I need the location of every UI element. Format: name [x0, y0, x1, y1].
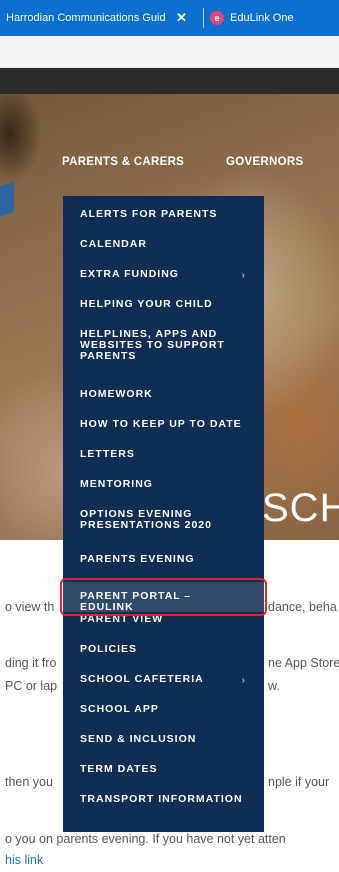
menu-item-how-to-keep-up-to-date[interactable]: HOW TO KEEP UP TO DATE	[63, 417, 264, 447]
hero-heading: SCHO	[262, 486, 339, 530]
body-text-line: ding it fro	[5, 656, 57, 670]
highlight-annotation-box	[60, 578, 267, 616]
body-text-line: w.	[268, 679, 280, 693]
menu-item-label: HELPLINES, APPS AND WEBSITES TO SUPPORT …	[80, 328, 225, 362]
menu-item-options-evening[interactable]: OPTIONS EVENING PRESENTATIONS 2020	[63, 507, 264, 552]
nav-parents-carers[interactable]: PARENTS & CARERS	[62, 156, 184, 168]
menu-item-label: POLICIES	[80, 643, 138, 655]
body-text-line: dance, beha	[268, 600, 337, 614]
menu-item-letters[interactable]: LETTERS	[63, 447, 264, 477]
menu-item-label: TRANSPORT INFORMATION	[80, 793, 243, 805]
menu-item-helping-your-child[interactable]: HELPING YOUR CHILD	[63, 297, 264, 327]
menu-item-label: ALERTS FOR PARENTS	[80, 208, 218, 220]
menu-item-label: PARENTS EVENING	[80, 553, 195, 565]
body-text-line: nple if your	[268, 775, 330, 789]
menu-item-transport-information[interactable]: TRANSPORT INFORMATION	[63, 792, 264, 822]
menu-item-label: TERM DATES	[80, 763, 158, 775]
menu-item-label: CALENDAR	[80, 238, 147, 250]
browser-tab-bar: Harrodian Communications Guid ✕ e EduLin…	[0, 0, 339, 36]
chevron-right-icon: ›	[241, 270, 246, 281]
body-text-line: o you on parents evening. If you have no…	[5, 832, 286, 846]
menu-item-extra-funding[interactable]: EXTRA FUNDING ›	[63, 267, 264, 297]
body-text-line: then you	[5, 775, 53, 789]
menu-item-label: SCHOOL CAFETERIA	[80, 673, 204, 685]
menu-item-label: SEND & INCLUSION	[80, 733, 197, 745]
tab-separator	[203, 8, 204, 28]
close-icon[interactable]: ✕	[176, 10, 192, 26]
menu-item-label: HOW TO KEEP UP TO DATE	[80, 418, 242, 430]
menu-item-school-cafeteria[interactable]: SCHOOL CAFETERIA ›	[63, 672, 264, 702]
menu-item-homework[interactable]: HOMEWORK	[63, 387, 264, 417]
menu-item-helplines-apps-websites[interactable]: HELPLINES, APPS AND WEBSITES TO SUPPORT …	[63, 327, 264, 387]
menu-item-parent-view[interactable]: PARENT VIEW	[63, 612, 264, 642]
menu-item-label: SCHOOL APP	[80, 703, 159, 715]
edulink-favicon-icon: e	[210, 11, 224, 25]
menu-item-label: HELPING YOUR CHILD	[80, 298, 213, 310]
menu-item-label: EXTRA FUNDING	[80, 268, 179, 280]
parents-carers-dropdown: ALERTS FOR PARENTS CALENDAR EXTRA FUNDIN…	[63, 196, 264, 832]
menu-item-alerts-for-parents[interactable]: ALERTS FOR PARENTS	[63, 207, 264, 237]
menu-item-label: HOMEWORK	[80, 388, 153, 400]
body-text-line: PC or lap	[5, 679, 58, 693]
menu-item-label: OPTIONS EVENING PRESENTATIONS 2020	[80, 508, 212, 531]
edulink-info-link[interactable]: his link	[5, 853, 43, 867]
tab-harrodian-guide[interactable]: Harrodian Communications Guid ✕	[0, 0, 197, 36]
body-text-line: ne App Store	[268, 656, 339, 670]
menu-item-mentoring[interactable]: MENTORING	[63, 477, 264, 507]
nav-governors[interactable]: GOVERNORS	[226, 156, 303, 168]
menu-item-policies[interactable]: POLICIES	[63, 642, 264, 672]
menu-item-send-inclusion[interactable]: SEND & INCLUSION	[63, 732, 264, 762]
menu-item-calendar[interactable]: CALENDAR	[63, 237, 264, 267]
chevron-right-icon: ›	[241, 675, 246, 686]
tab-title: Harrodian Communications Guid	[6, 12, 166, 24]
body-text-line: o view th	[5, 600, 55, 614]
tab-title: EduLink One	[230, 12, 294, 24]
site-top-strip	[0, 68, 339, 94]
menu-item-term-dates[interactable]: TERM DATES	[63, 762, 264, 792]
menu-item-school-app[interactable]: SCHOOL APP	[63, 702, 264, 732]
menu-item-label: MENTORING	[80, 478, 153, 490]
tab-edulink-one[interactable]: e EduLink One	[210, 0, 294, 36]
menu-item-label: LETTERS	[80, 448, 135, 460]
browser-toolbar	[0, 36, 339, 68]
